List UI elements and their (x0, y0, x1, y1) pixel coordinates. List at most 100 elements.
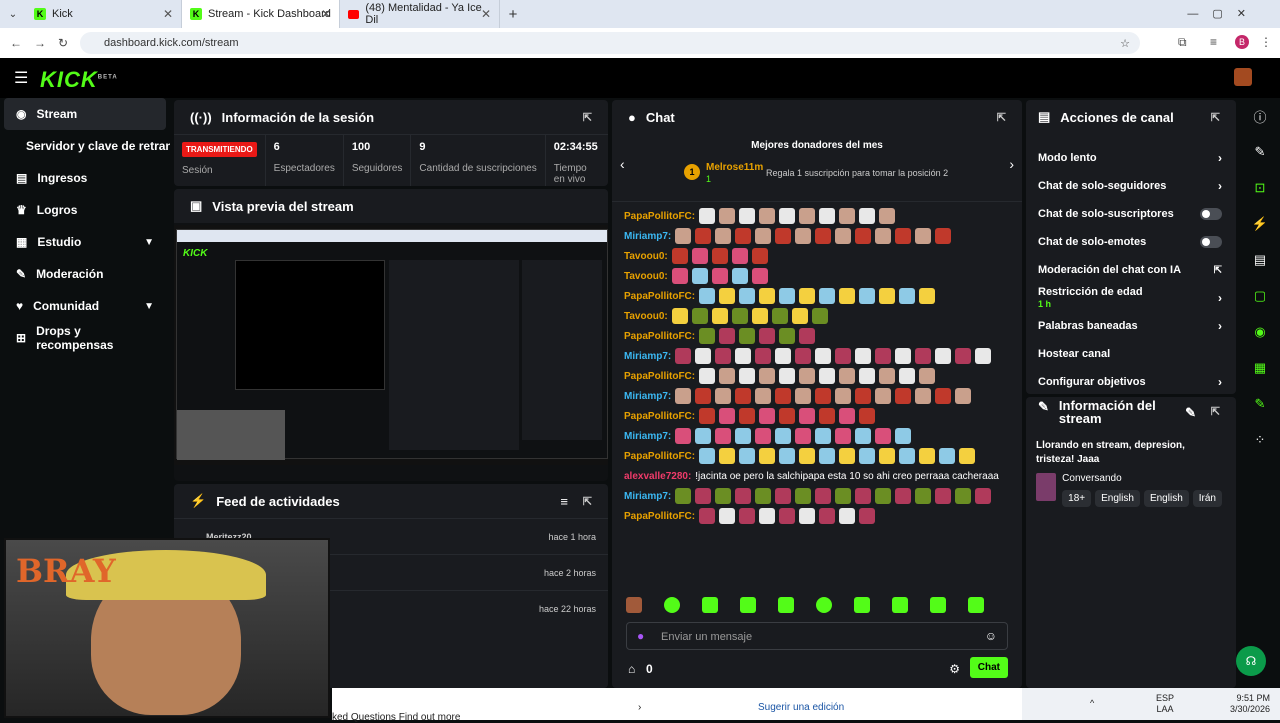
donor-name[interactable]: Melrose11m (706, 162, 763, 173)
edit-pencil-icon[interactable]: ✎ (1185, 405, 1196, 421)
sidebar-item-studio[interactable]: ▦ Estudio ▼ (0, 226, 170, 258)
emote-button[interactable] (664, 597, 680, 613)
popout-icon[interactable]: ⇱ (997, 111, 1006, 124)
chat-username[interactable]: Miriamp7: (624, 431, 671, 442)
popout-icon[interactable]: ⇱ (583, 495, 592, 508)
emote-button[interactable] (816, 597, 832, 613)
menu-kebab-icon[interactable]: ⋮ (1260, 35, 1272, 49)
chevron-left-icon[interactable]: ‹ (620, 156, 625, 172)
popout-icon[interactable]: ⇱ (1211, 111, 1220, 124)
chat-username[interactable]: PapaPollitoFC: (624, 331, 695, 342)
tab-search-icon[interactable]: ⌄ (0, 9, 26, 20)
language-indicator[interactable]: ESP LAA (1156, 693, 1174, 715)
tab-close-icon[interactable]: ✕ (321, 7, 331, 21)
sidebar-item-stream[interactable]: ◉ Stream (4, 98, 166, 130)
window-controls[interactable]: —▢✕ (1187, 7, 1260, 20)
sidebar-item-revenue[interactable]: ▤ Ingresos (0, 162, 170, 194)
points-icon[interactable]: ⌂ (628, 662, 635, 676)
reading-list-icon[interactable]: ≡ (1210, 35, 1217, 49)
stream-preview-video[interactable]: KICK (174, 225, 608, 465)
back-icon[interactable]: ← (10, 36, 22, 50)
emote-button[interactable] (892, 597, 908, 613)
extensions-icon[interactable]: ⧉ (1178, 35, 1187, 50)
browser-tab-kick[interactable]: K Kick ✕ (26, 0, 182, 28)
sidebar-item-community[interactable]: ♥ Comunidad ▼ (0, 290, 170, 322)
emote-button[interactable] (968, 597, 984, 613)
chat-username[interactable]: PapaPollitoFC: (624, 451, 695, 462)
chevron-right-icon[interactable]: › (1009, 156, 1014, 172)
chat-username[interactable]: Tavoou0: (624, 311, 668, 322)
chat-username[interactable]: Miriamp7: (624, 391, 671, 402)
faq-link[interactable]: ked Questions Find out more (332, 712, 460, 723)
kick-logo[interactable]: KICKBETA (40, 67, 118, 93)
chat-username[interactable]: Tavoou0: (624, 271, 668, 282)
emote-button[interactable] (740, 597, 756, 613)
channel-action-item[interactable]: Hostear canal (1026, 340, 1236, 368)
suggest-edit-link[interactable]: Sugerir una edición (758, 702, 844, 713)
chat-settings-icon[interactable]: ⚙ (949, 662, 960, 676)
channel-action-item[interactable]: Chat de solo-seguidores › (1026, 172, 1236, 200)
chat-username[interactable]: PapaPollitoFC: (624, 291, 695, 302)
microphone-icon[interactable]: ● (637, 629, 644, 643)
tab-close-icon[interactable]: ✕ (163, 7, 173, 21)
sidebar-item-drops[interactable]: ⊞ Drops y recompensas (0, 322, 170, 354)
reload-icon[interactable]: ↻ (58, 36, 68, 50)
lightning-icon[interactable]: ⚡ (1240, 206, 1280, 242)
popout-icon[interactable]: ⇱ (1211, 405, 1220, 418)
emote-button[interactable] (778, 597, 794, 613)
channel-action-item[interactable]: Configurar objetivos › (1026, 368, 1236, 394)
channel-action-item[interactable]: Palabras baneadas › (1026, 312, 1236, 340)
target-icon[interactable]: ⊡ (1240, 170, 1280, 206)
chat-username[interactable]: Tavoou0: (624, 251, 668, 262)
emote-button[interactable] (930, 597, 946, 613)
tab-close-icon[interactable]: ✕ (481, 7, 491, 21)
dots-icon[interactable]: ⁘ (1240, 422, 1280, 458)
toggle-switch[interactable] (1200, 236, 1222, 248)
emote-button[interactable] (854, 597, 870, 613)
toggle-switch[interactable] (1200, 208, 1222, 220)
sidebar-item-moderation[interactable]: ✎ Moderación (0, 258, 170, 290)
sidebar-item-achievements[interactable]: ♛ Logros (0, 194, 170, 226)
chat-username[interactable]: PapaPollitoFC: (624, 211, 695, 222)
channel-action-item[interactable]: Restricción de edad 1 h › (1026, 284, 1236, 312)
chat-input[interactable]: ● Enviar un mensaje ☺ (626, 622, 1008, 650)
chat-bubble-icon[interactable]: ▢ (1240, 278, 1280, 314)
channel-action-item[interactable]: Modo lento › (1026, 144, 1236, 172)
sidebar-item-server-key[interactable]: Servidor y clave de retransn (0, 130, 170, 162)
new-tab-button[interactable]: + (500, 6, 526, 23)
help-support-icon[interactable]: ☊ (1236, 646, 1266, 676)
chat-username[interactable]: alexvalle7280: (624, 471, 691, 482)
channel-action-item[interactable]: Chat de solo-suscriptores (1026, 200, 1236, 228)
gift-prompt[interactable]: Regala 1 suscripción para tomar la posic… (766, 168, 948, 178)
chat-send-button[interactable]: Chat (969, 657, 1008, 678)
profile-avatar[interactable]: B (1235, 35, 1249, 49)
chat-username[interactable]: Miriamp7: (624, 491, 671, 502)
emoji-icon[interactable]: ☺ (985, 629, 997, 643)
filter-icon[interactable]: ≡ (560, 494, 568, 509)
emote-button[interactable] (702, 597, 718, 613)
bookmark-star-icon[interactable]: ☆ (1120, 37, 1130, 50)
channel-action-item[interactable]: Chat de solo-emotes (1026, 228, 1236, 256)
broadcast-icon[interactable]: ◉ (1240, 314, 1280, 350)
chat-username[interactable]: Miriamp7: (624, 231, 671, 242)
popout-icon[interactable]: ⇱ (583, 111, 592, 124)
document-icon[interactable]: ▤ (1240, 242, 1280, 278)
tray-chevron-icon[interactable]: ^ (1090, 698, 1094, 708)
browser-tab-dashboard[interactable]: K Stream - Kick Dashboard ✕ (182, 0, 340, 28)
browser-tab-youtube[interactable]: (48) Mentalidad - Ya Ice Dil ✕ (340, 0, 500, 28)
edit-pencil-icon[interactable]: ✎ (1240, 134, 1280, 170)
url-field[interactable]: dashboard.kick.com/stream ☆ (80, 32, 1140, 54)
layout-icon[interactable]: ▦ (1240, 350, 1280, 386)
forward-icon[interactable]: → (34, 36, 46, 50)
user-avatar[interactable] (1234, 68, 1252, 86)
emote-button[interactable] (626, 597, 642, 613)
wrench-icon[interactable]: ✎ (1240, 386, 1280, 422)
chat-username[interactable]: PapaPollitoFC: (624, 411, 695, 422)
chat-username[interactable]: PapaPollitoFC: (624, 371, 695, 382)
info-icon[interactable]: ⓘ (1240, 98, 1280, 134)
clock[interactable]: 9:51 PM 3/30/2026 (1218, 693, 1270, 715)
chat-username[interactable]: Miriamp7: (624, 351, 671, 362)
chat-username[interactable]: PapaPollitoFC: (624, 511, 695, 522)
hamburger-menu-icon[interactable]: ☰ (14, 68, 28, 88)
channel-action-item[interactable]: Moderación del chat con IA ⇱ (1026, 256, 1236, 284)
